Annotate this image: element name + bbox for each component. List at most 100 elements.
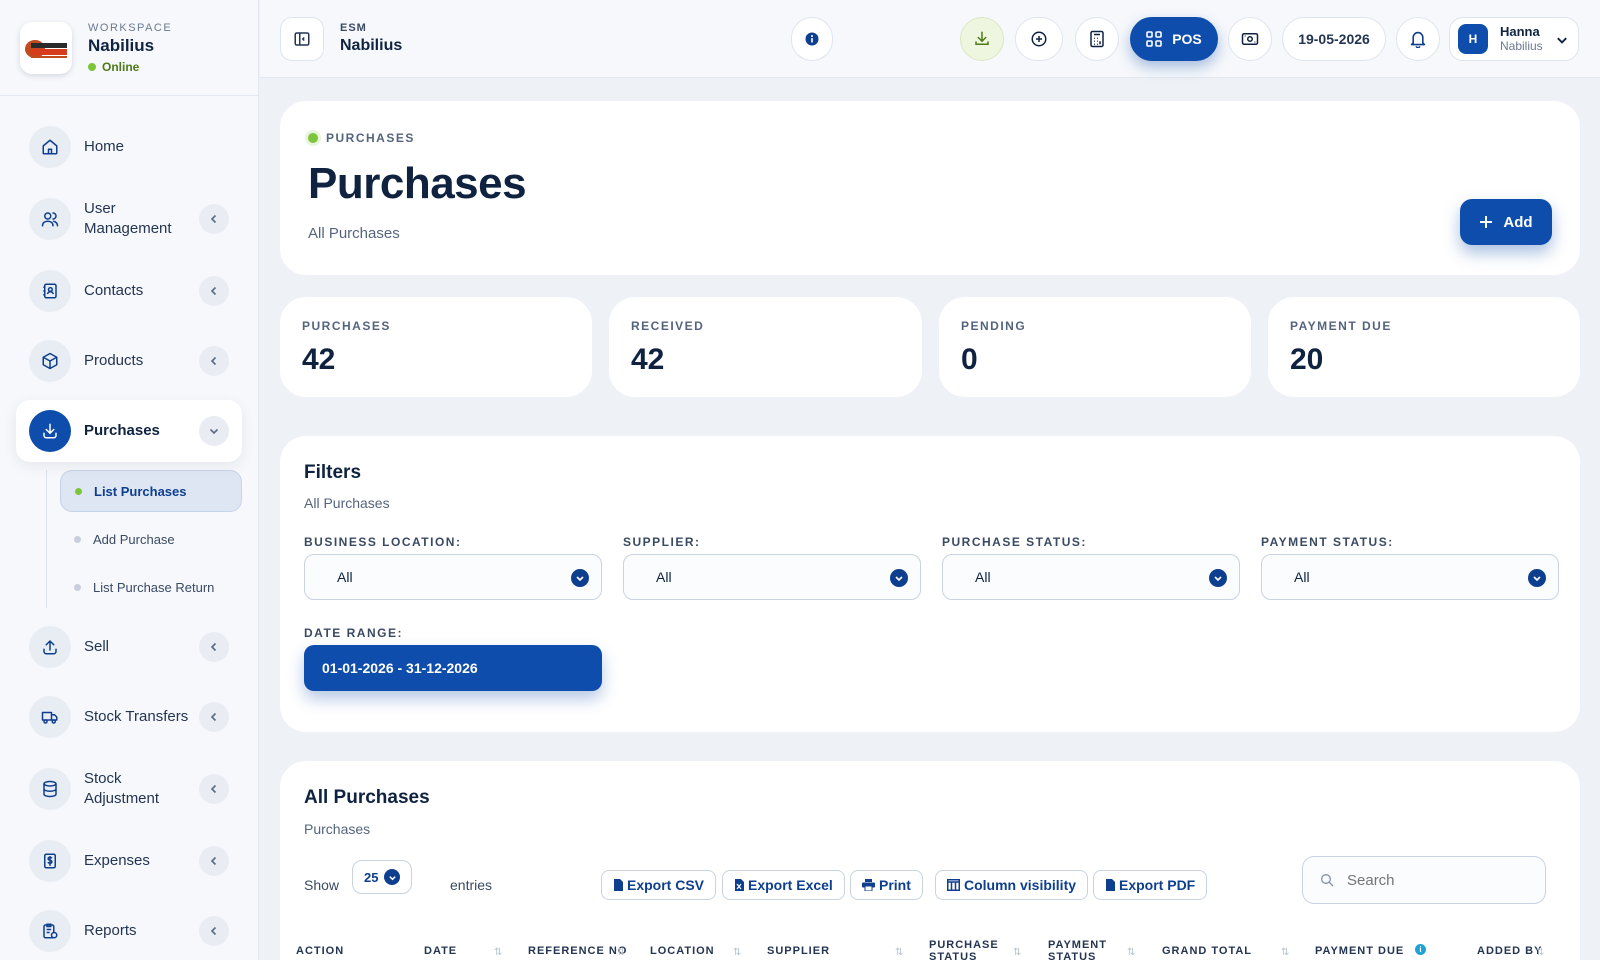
cash-button[interactable] [1228, 17, 1272, 61]
chevron-left-icon[interactable] [199, 204, 229, 234]
sidebar-item-reports[interactable]: Reports [16, 900, 242, 960]
stat-label: RECEIVED [631, 319, 705, 333]
date-range-picker[interactable]: 01-01-2026 - 31-12-2026 [304, 645, 602, 691]
sidebar-item-sell[interactable]: Sell [16, 616, 242, 678]
sidebar-item-contacts[interactable]: Contacts [16, 260, 242, 322]
column-header[interactable]: DATE [424, 945, 457, 957]
sidebar-item-label: Contacts [84, 282, 144, 299]
notifications-button[interactable] [1396, 17, 1440, 61]
filter-label: PAYMENT STATUS: [1261, 535, 1394, 549]
plus-circle-icon [1031, 31, 1047, 47]
sidebar-item-home[interactable]: Home [16, 116, 242, 178]
sidebar-item-label: Expenses [84, 852, 150, 869]
chevron-left-icon[interactable] [199, 702, 229, 732]
chevron-down-icon[interactable] [199, 416, 229, 446]
chevron-left-icon[interactable] [199, 632, 229, 662]
download-button[interactable] [960, 17, 1004, 61]
select-value: All [656, 569, 672, 585]
top-header: ESM Nabilius POS 19-05-2026 H Hanna Nabi… [260, 0, 1600, 78]
chevron-left-icon[interactable] [199, 774, 229, 804]
sort-icon: ⇅ [617, 947, 626, 958]
bell-icon [1410, 31, 1426, 48]
sort-icon: ⇅ [494, 947, 503, 958]
sidebar-item-purchases[interactable]: Purchases [16, 400, 242, 462]
user-menu[interactable]: H Hanna Nabilius [1449, 17, 1579, 61]
home-icon [29, 126, 71, 168]
entries-select[interactable]: 25 [352, 860, 412, 894]
chevron-down-icon [890, 569, 908, 587]
sidebar-toggle-button[interactable] [280, 17, 324, 61]
filter-label: PURCHASE STATUS: [942, 535, 1087, 549]
date-display[interactable]: 19-05-2026 [1282, 17, 1386, 61]
column-header[interactable]: GRAND TOTAL [1162, 945, 1252, 957]
export-csv-button[interactable]: Export CSV [601, 870, 717, 900]
pos-label: POS [1172, 31, 1202, 47]
info-button[interactable] [791, 17, 833, 61]
column-header[interactable]: ADDED BY [1477, 945, 1542, 957]
info-icon[interactable]: i [1415, 944, 1426, 955]
export-excel-button[interactable]: Export Excel [722, 870, 845, 900]
sidebar-item-user-management[interactable]: User Management [16, 186, 242, 252]
calculator-button[interactable] [1075, 17, 1119, 61]
user-name: Hanna [1500, 24, 1540, 39]
chevron-left-icon[interactable] [199, 916, 229, 946]
business-location-select[interactable]: All [304, 554, 602, 600]
sidebar-subitem-add-purchase[interactable]: Add Purchase [60, 518, 242, 560]
column-header[interactable]: PURCHASE STATUS [929, 939, 1004, 960]
supplier-select[interactable]: All [623, 554, 921, 600]
sort-icon: ⇅ [895, 947, 904, 958]
payment-status-select[interactable]: All [1261, 554, 1559, 600]
sidebar-item-stock-transfers[interactable]: Stock Transfers [16, 686, 242, 748]
add-label: Add [1503, 213, 1533, 231]
select-value: All [975, 569, 991, 585]
column-header[interactable]: ACTION [296, 945, 344, 957]
purchases-table-card: All Purchases Purchases Show 25 entries … [280, 761, 1580, 960]
chevron-left-icon[interactable] [199, 276, 229, 306]
sidebar-item-expenses[interactable]: Expenses [16, 830, 242, 892]
sidebar-subitem-list-purchase-return[interactable]: List Purchase Return [60, 566, 242, 608]
add-circle-button[interactable] [1015, 17, 1063, 61]
cash-icon [1241, 33, 1259, 45]
stat-card-purchases: PURCHASES 42 [280, 297, 592, 397]
sidebar-item-stock-adjustment[interactable]: Stock Adjustment [16, 756, 242, 822]
button-label: Export Excel [748, 877, 833, 893]
chevron-left-icon[interactable] [199, 346, 229, 376]
column-header[interactable]: REFERENCE NO [528, 945, 627, 957]
sidebar-item-label: Products [84, 352, 144, 369]
report-icon [29, 910, 71, 952]
column-visibility-button[interactable]: Column visibility [935, 870, 1089, 900]
stat-card-received: RECEIVED 42 [609, 297, 922, 397]
status-dot [308, 133, 318, 143]
sort-icon: ⇅ [1127, 947, 1136, 958]
header-eyebrow: ESM [340, 22, 367, 34]
subitem-label: List Purchases [94, 483, 187, 499]
sort-icon: ⇅ [733, 947, 742, 958]
column-header[interactable]: SUPPLIER [767, 945, 830, 957]
search-input[interactable] [1347, 871, 1527, 889]
export-pdf-button[interactable]: Export PDF [1093, 870, 1208, 900]
purchase-status-select[interactable]: All [942, 554, 1240, 600]
box-icon [29, 340, 71, 382]
database-icon [29, 768, 71, 810]
select-value: All [1294, 569, 1310, 585]
workspace-label: WORKSPACE [88, 21, 173, 34]
columns-icon [947, 879, 960, 891]
sidebar-item-products[interactable]: Products [16, 330, 242, 392]
button-label: Export PDF [1119, 877, 1196, 893]
column-header[interactable]: PAYMENT STATUS [1048, 939, 1118, 960]
pos-button[interactable]: POS [1130, 17, 1218, 61]
print-button[interactable]: Print [850, 870, 923, 900]
truck-icon [29, 696, 71, 738]
upload-icon [29, 626, 71, 668]
add-button[interactable]: Add [1460, 199, 1552, 245]
user-org: Nabilius [1500, 39, 1543, 53]
chevron-left-icon[interactable] [199, 846, 229, 876]
chevron-down-icon [1528, 569, 1546, 587]
search-box[interactable] [1302, 856, 1546, 904]
active-dot [75, 487, 82, 495]
sidebar-subitem-list-purchases[interactable]: List Purchases [60, 470, 242, 512]
subitem-label: List Purchase Return [93, 579, 215, 595]
column-header[interactable]: LOCATION [650, 945, 715, 957]
column-header[interactable]: PAYMENT DUE [1315, 945, 1404, 957]
page-header-card: PURCHASES Purchases All Purchases Add [280, 101, 1580, 275]
